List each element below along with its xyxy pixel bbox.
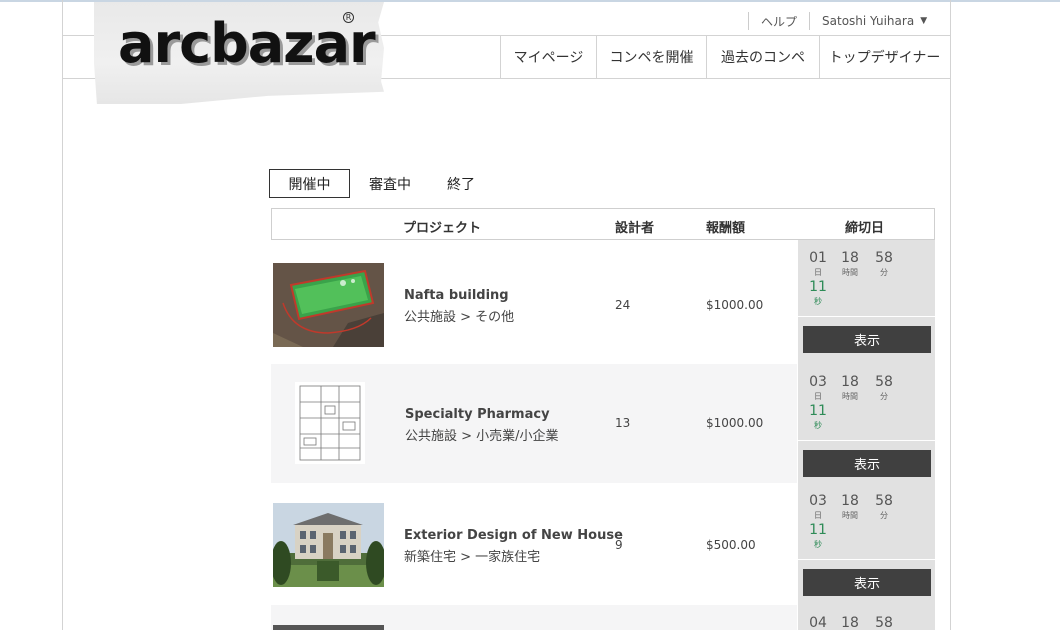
table-header: プロジェクト 設計者 報酬額 締切日 (271, 208, 935, 240)
logo-text: arcbazar (118, 12, 376, 75)
project-category: 公共施設 > 小売業/小企業 (405, 429, 559, 444)
view-button[interactable]: 表示 (803, 326, 931, 353)
reward-amount: $1000.00 (706, 298, 764, 312)
header-deadline: 締切日 (845, 221, 885, 236)
deadline-divider (798, 440, 936, 441)
project-thumbnail[interactable] (273, 503, 384, 587)
help-link[interactable]: ヘルプ (749, 13, 809, 30)
reward-amount: $500.00 (706, 538, 756, 552)
countdown-minutes: 58 分 (875, 250, 893, 277)
project-thumbnail[interactable] (273, 380, 384, 464)
registered-mark-icon: R (343, 12, 354, 23)
table-row: Specialty Pharmacy 公共施設 > 小売業/小企業 13 $10… (271, 364, 936, 483)
status-tabs: 開催中 審査中 終了 (269, 169, 492, 198)
deadline-cell: 03 日 18 時間 58 分 11 秒 表示 (797, 364, 936, 483)
countdown-seconds: 11 秒 (809, 522, 827, 549)
countdown-minutes: 58 分 (875, 374, 893, 401)
countdown-seconds: 11 秒 (809, 403, 827, 430)
header-project: プロジェクト (403, 221, 482, 236)
nav-mypage[interactable]: マイページ (500, 35, 596, 79)
countdown-minutes: 58 分 (875, 493, 893, 520)
table-row: 04 18 58 (271, 605, 935, 630)
tab-closed[interactable]: 終了 (430, 169, 492, 198)
deadline-cell: 03 日 18 時間 58 分 11 秒 表示 (797, 483, 936, 605)
project-thumbnail[interactable] (273, 263, 384, 347)
project-category: 新築住宅 > 一家族住宅 (404, 550, 541, 565)
logo[interactable]: arcbazar R (94, 2, 384, 104)
table-row: Exterior Design of New House 新築住宅 > 一家族住… (271, 483, 936, 605)
view-button[interactable]: 表示 (803, 450, 931, 477)
header-reward: 報酬額 (706, 221, 746, 236)
user-name: Satoshi Yuihara (822, 14, 915, 28)
user-menu[interactable]: Satoshi Yuihara ▼ (810, 14, 939, 28)
view-button[interactable]: 表示 (803, 569, 931, 596)
reward-amount: $1000.00 (706, 416, 764, 430)
project-title[interactable]: Nafta building (404, 288, 509, 303)
header-designers: 設計者 (615, 221, 655, 236)
designer-count: 9 (615, 538, 623, 552)
nav-host-competition[interactable]: コンペを開催 (596, 35, 706, 79)
chevron-down-icon: ▼ (920, 16, 928, 26)
designer-count: 13 (615, 416, 631, 430)
main-nav: マイページ コンペを開催 過去のコンペ トップデザイナー (500, 35, 949, 79)
nav-top-designers[interactable]: トップデザイナー (819, 35, 949, 79)
deadline-divider (798, 559, 936, 560)
table-row: Nafta building 公共施設 > その他 24 $1000.00 01… (271, 240, 936, 364)
project-title[interactable]: Exterior Design of New House (404, 528, 623, 543)
deadline-divider (798, 316, 936, 317)
countdown-minutes: 58 (875, 615, 893, 630)
tab-judging[interactable]: 審査中 (350, 169, 430, 198)
deadline-cell: 01 日 18 時間 58 分 11 秒 表示 (797, 240, 936, 364)
designer-count: 24 (615, 298, 631, 312)
utility-bar: ヘルプ Satoshi Yuihara ▼ (748, 11, 939, 31)
nav-past-competitions[interactable]: 過去のコンペ (706, 35, 819, 79)
deadline-cell: 04 18 58 (797, 605, 935, 630)
project-title[interactable]: Specialty Pharmacy (405, 407, 550, 422)
project-category: 公共施設 > その他 (404, 310, 515, 325)
countdown-seconds: 11 秒 (809, 279, 827, 306)
project-thumbnail[interactable] (273, 625, 384, 630)
tab-open[interactable]: 開催中 (269, 169, 350, 198)
